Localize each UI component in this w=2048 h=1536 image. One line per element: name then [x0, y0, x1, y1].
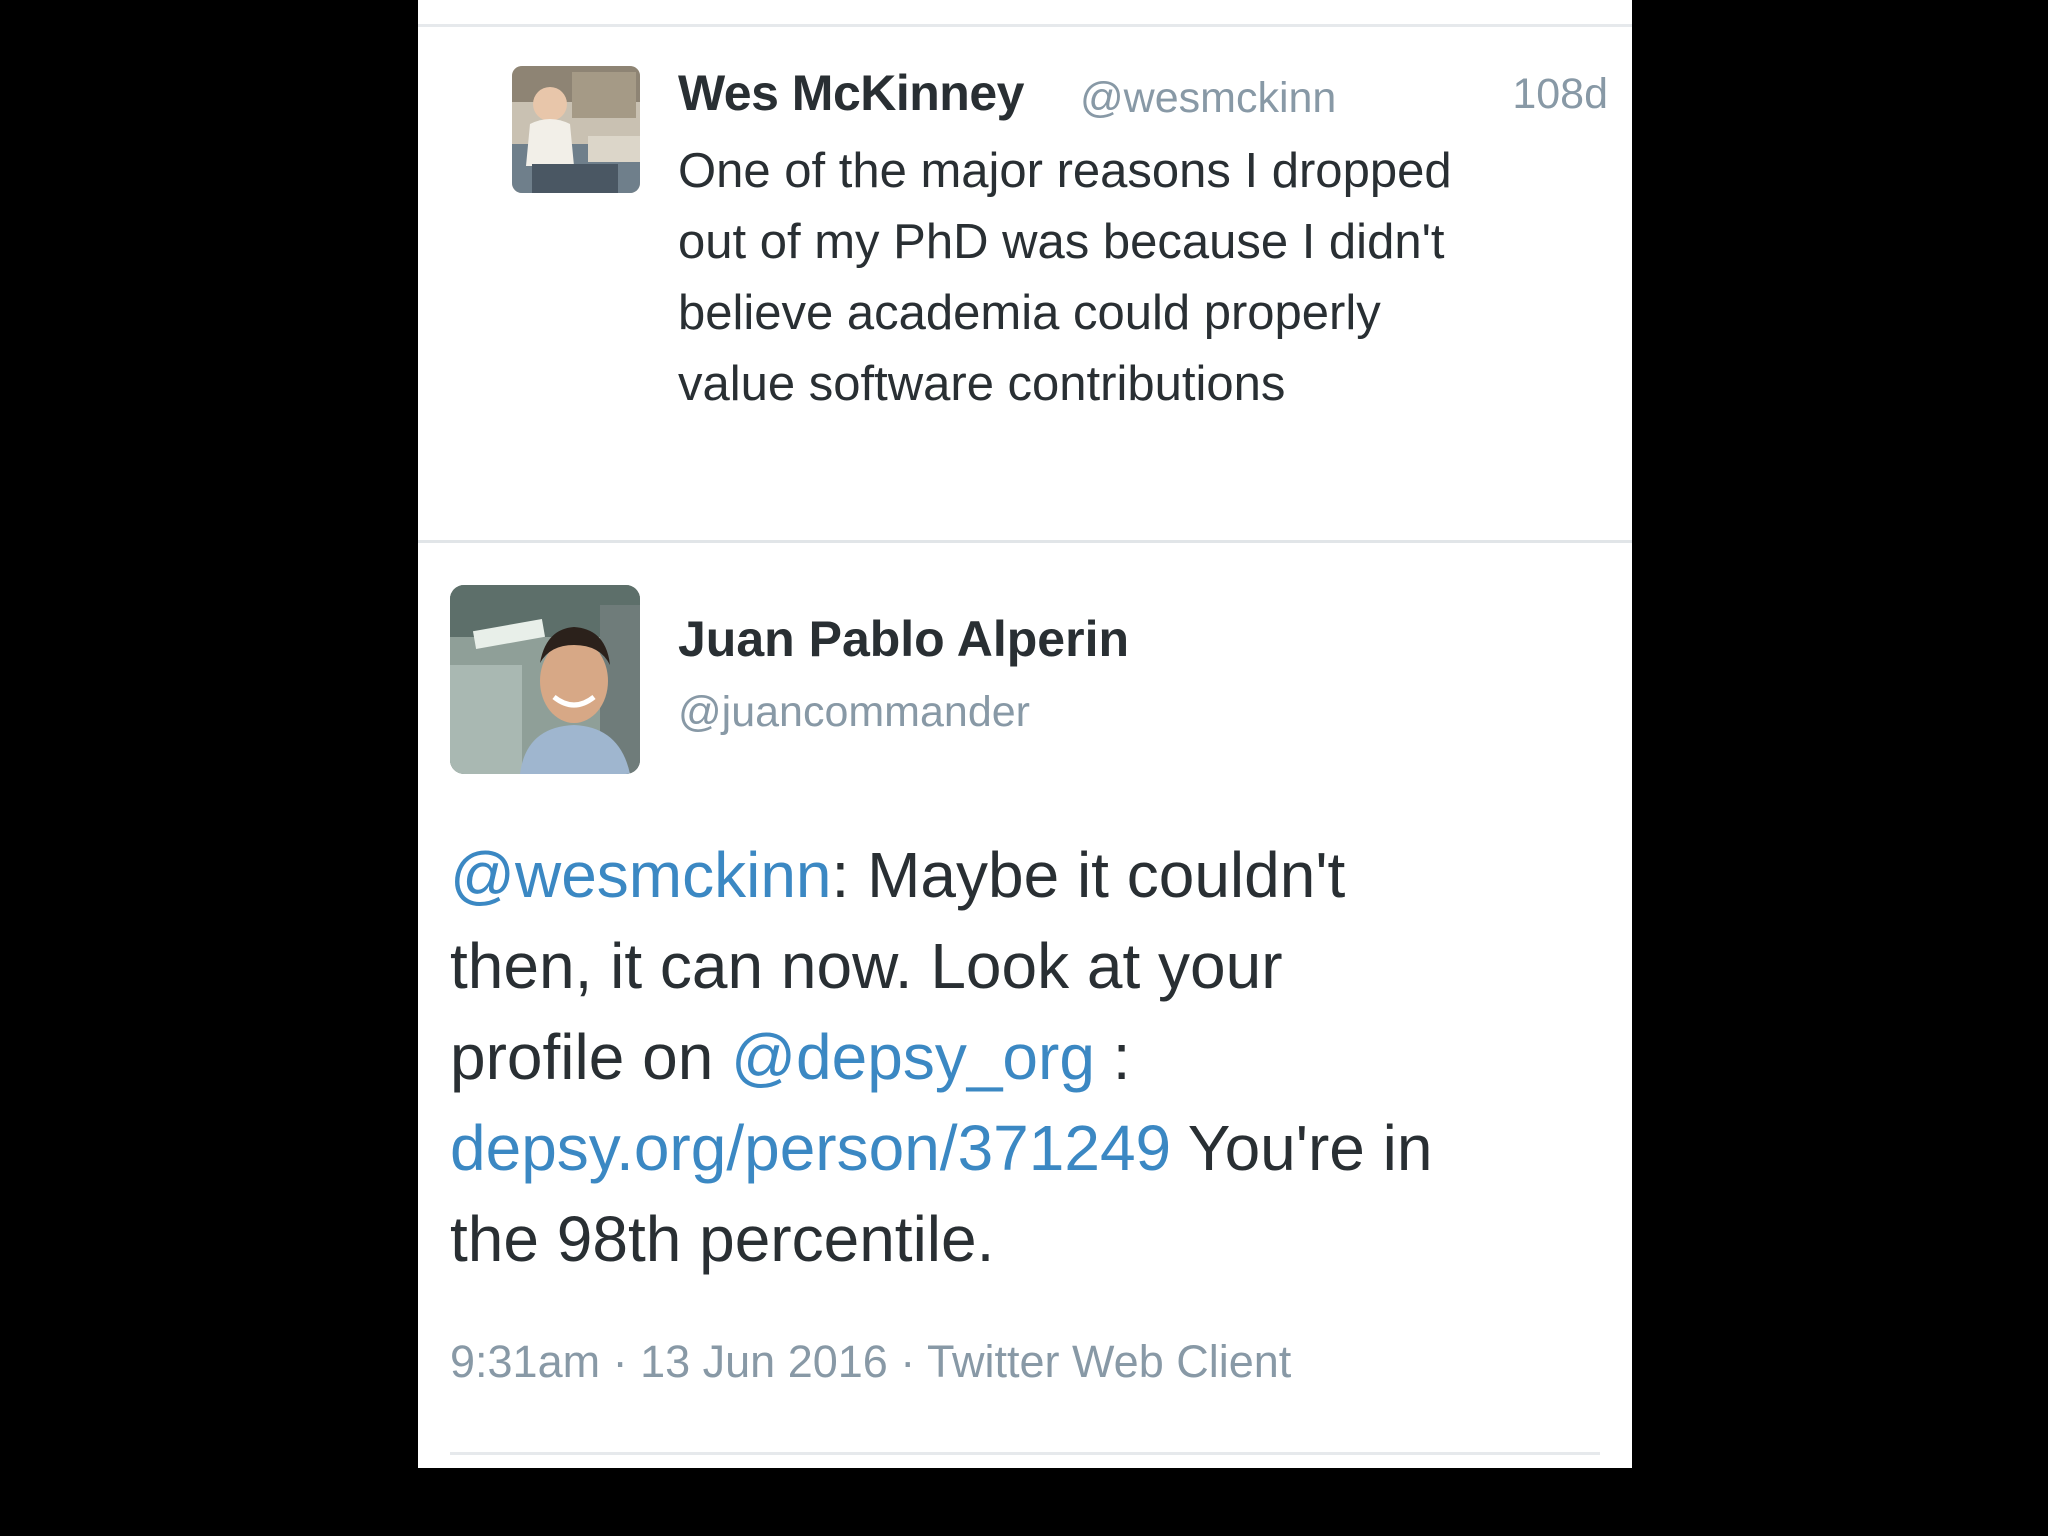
reply-text-line: value software contributions — [678, 357, 1286, 411]
tweet-text-segment: You're in — [1171, 1112, 1433, 1184]
bottom-divider — [450, 1452, 1600, 1455]
reply-author-name[interactable]: Wes McKinney — [678, 64, 1024, 122]
avatar-juan-pablo-alperin[interactable] — [450, 585, 640, 774]
tweet-text: @wesmckinn: Maybe it couldn't then, it c… — [450, 830, 1620, 1285]
reply-header: Wes McKinney @wesmckinn 108d — [678, 64, 1608, 124]
tweet-author-name[interactable]: Juan Pablo Alperin — [678, 610, 1129, 668]
reply-author-handle[interactable]: @wesmckinn — [1080, 74, 1336, 123]
avatar-wes-mckinney[interactable] — [512, 66, 640, 193]
url-link-depsy-profile[interactable]: depsy.org/person/371249 — [450, 1112, 1171, 1184]
tweet-metadata[interactable]: 9:31am · 13 Jun 2016 · Twitter Web Clien… — [450, 1336, 1291, 1388]
mention-link-wesmckinn[interactable]: @wesmckinn — [450, 839, 832, 911]
tweet-text-segment: : — [1094, 1021, 1131, 1093]
tweet-text-line: depsy.org/person/371249 You're in — [450, 1103, 1620, 1194]
top-divider — [418, 24, 1632, 27]
tweet-panel: Wes McKinney @wesmckinn 108d One of the … — [418, 0, 1632, 1468]
tweet-text-line: then, it can now. Look at your — [450, 930, 1283, 1002]
reply-text-line: One of the major reasons I dropped — [678, 144, 1452, 198]
avatar-wes-image — [512, 66, 640, 193]
tweet-text-segment: : Maybe it couldn't — [831, 839, 1346, 911]
mention-link-depsy-org[interactable]: @depsy_org — [731, 1021, 1095, 1093]
tweet-text-segment: profile on — [450, 1021, 732, 1093]
tweet-text-line: the 98th percentile. — [450, 1203, 995, 1275]
reply-text-line: out of my PhD was because I didn't — [678, 215, 1445, 269]
tweet-divider — [418, 540, 1632, 543]
tweet-text-line: @wesmckinn: Maybe it couldn't — [450, 830, 1620, 921]
avatar-juan-image — [450, 585, 640, 774]
tweet-text-line: profile on @depsy_org : — [450, 1012, 1620, 1103]
reply-tweet-text: One of the major reasons I dropped out o… — [678, 136, 1608, 420]
reply-text-line: believe academia could properly — [678, 286, 1381, 340]
tweet-author-handle[interactable]: @juancommander — [678, 688, 1030, 737]
reply-timestamp[interactable]: 108d — [1512, 70, 1608, 119]
